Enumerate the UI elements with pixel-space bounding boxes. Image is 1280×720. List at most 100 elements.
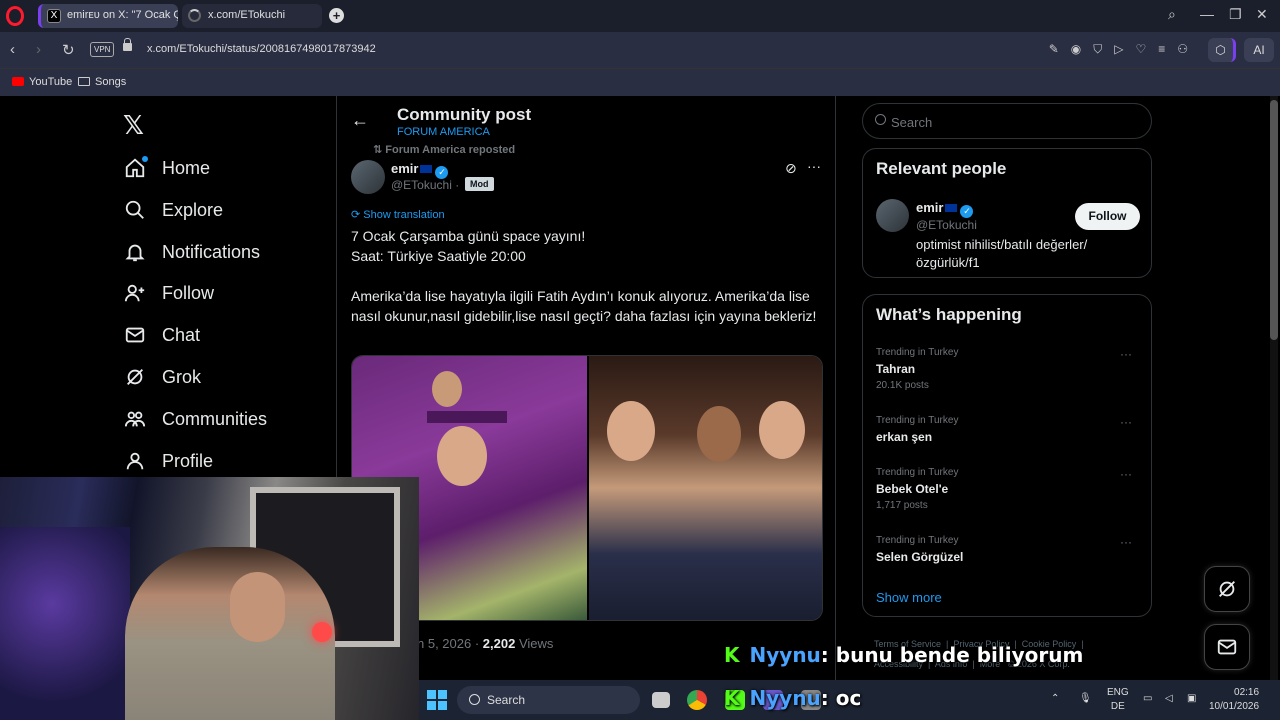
taskbar-search[interactable]: Search [457,686,640,714]
face [759,401,805,459]
trend-item[interactable]: Trending in Turkey Bebek Otel'e 1,717 po… [876,467,1140,511]
trend-item[interactable]: Trending in Turkey erkan şen ··· [876,415,1140,444]
new-tab-button[interactable]: + [329,8,344,23]
windows-start-icon[interactable] [427,690,447,710]
more-options-icon[interactable]: ··· [1120,347,1132,361]
back-button[interactable]: ‹ [10,41,15,58]
x-logo-icon[interactable]: 𝕏 [123,110,144,141]
tab-x-post[interactable]: X emirᴇᴜ on X: "7 Ocak Çarş [38,4,178,28]
bell-icon [122,239,148,265]
task-view-icon[interactable] [652,692,670,708]
forward-button[interactable]: › [36,41,41,58]
minimize-button[interactable]: — [1200,6,1214,22]
grok-icon [122,364,148,390]
ai-button[interactable]: AI [1244,38,1274,62]
face [607,401,655,461]
views-label: Views [518,636,554,651]
whats-happening-panel: What’s happening Trending in Turkey Tahr… [862,294,1152,617]
scrollbar-thumb[interactable] [1270,100,1278,340]
face [432,371,462,407]
grok-icon[interactable]: ⊘ [785,160,797,177]
sidebar-item-notifications[interactable]: Notifications [122,237,260,267]
clock[interactable]: 02:16 10/01/2026 [1209,686,1259,714]
more-options-icon[interactable]: ··· [1120,415,1132,429]
tab-x-profile[interactable]: x.com/ETokuchi [182,4,322,28]
bookmark-songs[interactable]: Songs [78,76,126,88]
post-media[interactable] [351,355,823,621]
sidebar-item-communities[interactable]: Communities [122,404,267,434]
tab-title: emirᴇᴜ on X: "7 Ocak Çarş [67,9,178,21]
search-bar[interactable] [862,103,1152,139]
trend-item[interactable]: Trending in Turkey Tahran 20.1K posts ··… [876,347,1140,391]
follow-button[interactable]: Follow [1075,203,1140,230]
vpn-badge[interactable]: VPN [90,42,115,57]
kick-icon: K [724,686,740,710]
tab-title: x.com/ETokuchi [208,9,286,21]
bookmarks-bar: YouTube Songs [0,68,1280,96]
back-arrow-icon[interactable]: ← [351,110,369,131]
prom-photo[interactable] [589,356,822,620]
address-actions[interactable]: ✎◉⛉▷♡≡⚇ [1049,42,1200,57]
post-date: n 5, 2026 [417,636,472,651]
repost-context: ⇅ Forum America reposted [373,143,515,156]
mail-icon [1217,639,1237,655]
community-name[interactable]: FORUM AMERICA [397,126,490,138]
sidebar-item-label: Home [162,157,211,178]
author-handle[interactable]: @ETokuchi · [391,178,459,192]
grok-fab-button[interactable] [1204,566,1250,612]
clock-date: 10/01/2026 [1209,701,1260,712]
volume-icon[interactable]: ◁ [1165,692,1173,706]
person-icon [122,448,148,474]
microphone-icon[interactable]: 🎙 [1079,692,1092,706]
user-name[interactable]: emir ✓ [916,200,974,218]
sidebar-item-chat[interactable]: Chat [122,320,200,350]
restore-button[interactable]: ❐ [1229,6,1242,23]
trend-posts: 1,717 posts [876,500,928,511]
page-scrollbar[interactable] [1270,96,1278,720]
post-timestamp[interactable]: n 5, 2026 · 2,202 Views [417,636,553,651]
sidebar-item-home[interactable]: Home [122,153,210,183]
chrome-icon[interactable] [687,690,707,710]
battery-icon[interactable]: ▣ [1187,692,1196,706]
bookmark-youtube[interactable]: YouTube [12,76,72,88]
sidebar-item-profile[interactable]: Profile [122,446,213,476]
page-title: Community post [397,105,532,124]
cube-icon[interactable]: ⬡ [1208,38,1236,62]
post-text: 7 Ocak Çarşamba günü space yayını! Saat:… [351,226,831,346]
url-field[interactable]: x.com/ETokuchi/status/200816749801787394… [147,43,376,55]
webcam-lamp [312,622,332,642]
search-tabs-icon[interactable]: ⌕ [1168,6,1176,23]
sidebar-item-follow[interactable]: Follow [122,278,214,308]
lang-top: ENG [1107,687,1129,698]
show-more-link[interactable]: Show more [876,590,942,605]
trend-context: Trending in Turkey [876,535,959,546]
more-options-icon[interactable]: ··· [1120,535,1132,549]
eu-flag-icon [420,165,433,173]
more-options-icon[interactable]: ··· [1120,467,1132,481]
sidebar-item-grok[interactable]: Grok [122,362,201,392]
lock-icon[interactable] [123,38,132,51]
messages-fab-button[interactable] [1204,624,1250,670]
more-options-icon[interactable]: ··· [807,158,821,174]
avatar[interactable] [876,199,909,232]
network-icon[interactable]: ▭ [1143,692,1152,706]
search-icon [469,694,480,705]
trend-item[interactable]: Trending in Turkey Selen Görgüzel ··· [876,535,1140,564]
user-handle[interactable]: @ETokuchi [916,218,977,232]
reload-icon[interactable]: ↻ [62,41,75,59]
clock-time: 02:16 [1234,687,1260,698]
sidebar-item-explore[interactable]: Explore [122,195,223,225]
face [697,406,741,462]
language-indicator[interactable]: ENG DE [1107,686,1129,714]
close-window-button[interactable]: ✕ [1256,6,1268,23]
search-icon [122,197,148,223]
webcam-person [125,547,335,720]
search-input[interactable] [891,112,1141,132]
opera-logo-icon[interactable] [6,6,24,26]
author-name[interactable]: emir ✓ [391,161,449,179]
chat-username: Nyynu [749,643,821,667]
tray-chevron-icon[interactable]: ⌃ [1051,692,1059,706]
show-translation-link[interactable]: ⟳ Show translation [351,208,445,221]
sidebar-item-label: Communities [162,408,268,429]
author-avatar[interactable] [351,160,385,194]
